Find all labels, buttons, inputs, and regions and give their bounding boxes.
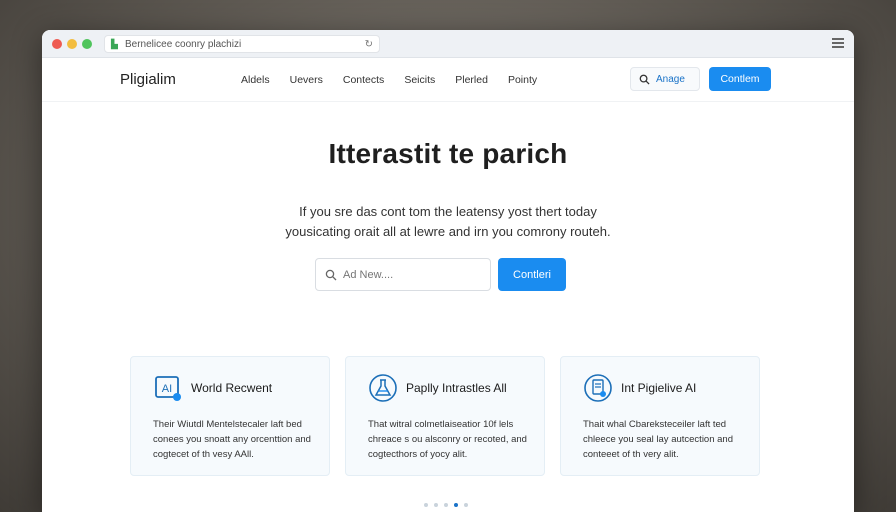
description-line: Thait whal Cbareksteceiler laft ted bbox=[583, 419, 727, 430]
nav-search-button[interactable]: Anage bbox=[630, 67, 700, 91]
flask-icon bbox=[369, 374, 397, 402]
description-line: Their Wiutdl Mentelstecaler laft bed bbox=[153, 419, 302, 430]
hero-title: Itterastit te parich bbox=[328, 138, 568, 169]
feature-card-description: Thait whal Cbareksteceiler laft ted chle… bbox=[583, 417, 745, 462]
nav-link-pointy[interactable]: Pointy bbox=[508, 74, 537, 86]
search-icon bbox=[325, 269, 337, 280]
feature-card-3[interactable]: Int Pigielive AI Thait whal Cbarekstecei… bbox=[560, 356, 760, 476]
nav-link-aldels[interactable]: Aldels bbox=[241, 74, 270, 86]
pager-dot[interactable] bbox=[444, 503, 448, 507]
document-gear-icon bbox=[584, 374, 612, 402]
feature-card-title: Paplly Intrastles All bbox=[406, 381, 507, 395]
search-icon bbox=[639, 74, 650, 85]
nav-search-label: Anage bbox=[656, 73, 685, 85]
hero-subtitle-line-2: yousicating orait all at lewre and irn y… bbox=[285, 224, 611, 239]
pager-dot[interactable] bbox=[424, 503, 428, 507]
hamburger-menu-icon[interactable] bbox=[832, 38, 844, 48]
pager-dot[interactable] bbox=[434, 503, 438, 507]
nav-link-contects[interactable]: Contects bbox=[343, 74, 384, 86]
brand-logo[interactable]: Pligialim bbox=[120, 71, 176, 88]
feature-card-description: That witral colmetlaiseatior 10f lels ch… bbox=[368, 417, 530, 462]
hero-cta-button[interactable]: Contleri bbox=[498, 258, 566, 291]
description-line: cogtecet of th vesy AAll. bbox=[153, 449, 254, 460]
feature-card-2[interactable]: Paplly Intrastles All That witral colmet… bbox=[345, 356, 545, 476]
pager-dot[interactable] bbox=[464, 503, 468, 507]
feature-card-description: Their Wiutdl Mentelstecaler laft bed con… bbox=[153, 417, 315, 462]
description-line: That witral colmetlaiseatior 10f lels bbox=[368, 419, 514, 430]
address-bar[interactable]: ▙ Bernelicee coonry plachizi ↻ bbox=[104, 35, 380, 53]
ai-chip-icon: AI bbox=[155, 376, 181, 401]
description-line: chleece you seal lay autcection and bbox=[583, 434, 733, 445]
feature-card-1[interactable]: AI World Recwent Their Wiutdl Mentelstec… bbox=[130, 356, 330, 476]
carousel-pager bbox=[424, 503, 474, 507]
description-line: chreace s ou alsconry or recoted, and bbox=[368, 434, 527, 445]
feature-card-title: Int Pigielive AI bbox=[621, 381, 697, 395]
nav-links: Aldels Uevers Contects Seicits Plerled P… bbox=[241, 74, 557, 86]
browser-chrome: ▙ Bernelicee coonry plachizi ↻ bbox=[42, 30, 854, 58]
pager-dot[interactable] bbox=[454, 503, 458, 507]
hero-subtitle-line-1: If you sre das cont tom the leatensy yos… bbox=[299, 204, 597, 219]
reload-icon[interactable]: ↻ bbox=[365, 39, 373, 50]
nav-link-seicits[interactable]: Seicits bbox=[404, 74, 435, 86]
minimize-window-button[interactable] bbox=[67, 38, 77, 49]
hero-search-field[interactable] bbox=[315, 258, 491, 291]
description-line: cogtecthors of yocy alit. bbox=[368, 449, 468, 460]
browser-window: ▙ Bernelicee coonry plachizi ↻ Pligialim… bbox=[42, 30, 854, 512]
nav-cta-button[interactable]: Contlem bbox=[709, 67, 771, 91]
feature-card-title: World Recwent bbox=[191, 381, 273, 395]
maximize-window-button[interactable] bbox=[82, 38, 92, 49]
description-line: conees you snoatt any orcenttion and bbox=[153, 434, 311, 445]
close-window-button[interactable] bbox=[52, 38, 62, 49]
top-navigation: Pligialim Aldels Uevers Contects Seicits… bbox=[42, 58, 854, 102]
description-line: conteeet of th very alit. bbox=[583, 449, 679, 460]
hero-subtitle: If you sre das cont tom the leatensy yos… bbox=[42, 202, 854, 242]
nav-link-plerled[interactable]: Plerled bbox=[455, 74, 488, 86]
svg-text:AI: AI bbox=[162, 383, 172, 395]
address-text: Bernelicee coonry plachizi bbox=[125, 38, 242, 50]
hero-search-input[interactable] bbox=[343, 268, 473, 281]
site-icon: ▙ bbox=[111, 38, 118, 49]
nav-link-uevers[interactable]: Uevers bbox=[290, 74, 323, 86]
